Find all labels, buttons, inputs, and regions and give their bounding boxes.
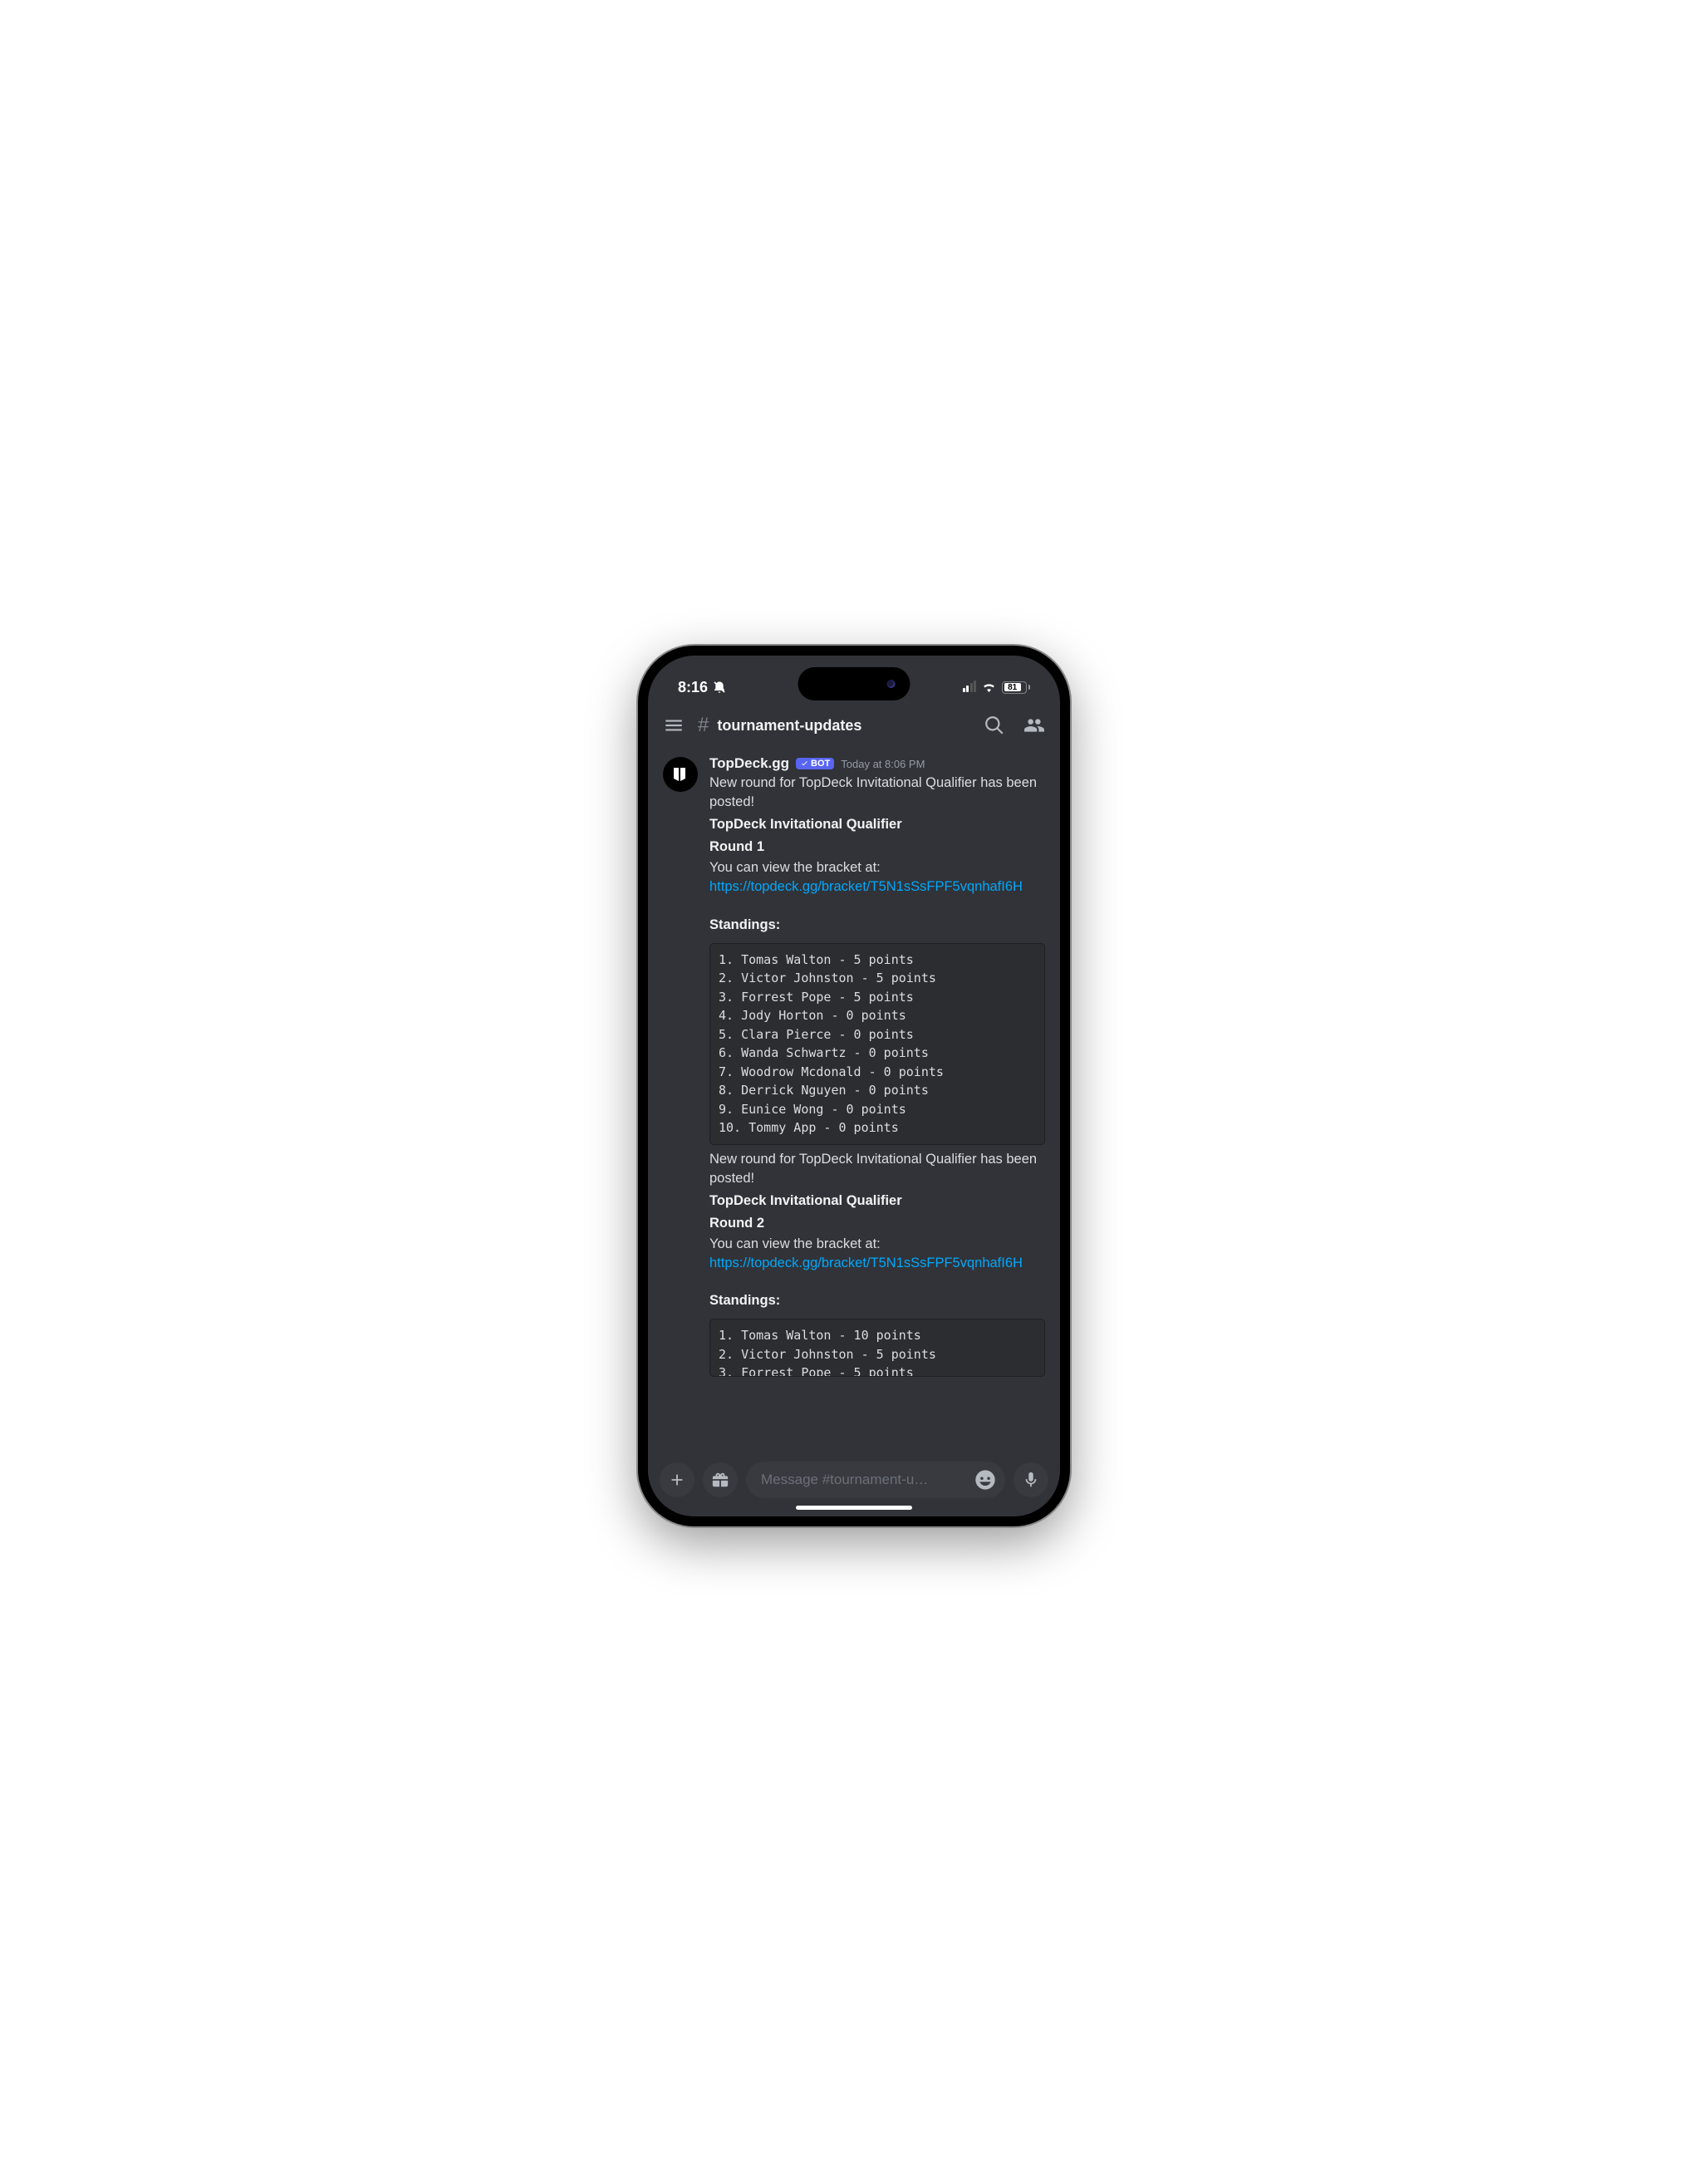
message-content: TopDeck.gg BOT Today at 8:06 PM New roun… [709,755,1045,1382]
bot-badge: BOT [796,758,834,769]
tournament-title: TopDeck Invitational Qualifier [709,815,1045,834]
message-input-placeholder: Message #tournament-u… [761,1472,967,1488]
bracket-link[interactable]: https://topdeck.gg/bracket/T5N1sSsFPF5vq… [709,879,1023,894]
bracket-prefix: You can view the bracket at: [709,1236,881,1251]
cellular-signal-icon [963,682,977,692]
status-time: 8:16 [678,679,708,696]
channel-name-text: tournament-updates [717,717,861,735]
bracket-prefix: You can view the bracket at: [709,860,881,875]
phone-frame: 8:16 81 [638,646,1070,1526]
search-icon[interactable] [984,715,1005,736]
avatar[interactable] [663,757,698,792]
messages-area[interactable]: TopDeck.gg BOT Today at 8:06 PM New roun… [648,747,1060,1453]
bracket-line: You can view the bracket at: https://top… [709,858,1045,897]
bot-badge-label: BOT [811,759,830,769]
attach-button[interactable] [660,1462,694,1497]
round-label: Round 1 [709,838,1045,857]
members-icon[interactable] [1023,715,1045,736]
voice-button[interactable] [1014,1462,1048,1497]
battery-percent: 81 [1004,683,1021,691]
channel-header: # tournament-updates [648,704,1060,747]
gift-button[interactable] [703,1462,738,1497]
standings-label: Standings: [709,916,1045,935]
wifi-icon [982,682,996,693]
round-intro: New round for TopDeck Invitational Quali… [709,1150,1045,1188]
author-line: TopDeck.gg BOT Today at 8:06 PM [709,755,1045,772]
hash-icon: # [698,714,709,737]
phone-screen: 8:16 81 [648,656,1060,1516]
round-label: Round 2 [709,1214,1045,1233]
status-left: 8:16 [678,679,726,696]
do-not-disturb-icon [713,681,726,694]
standings-label: Standings: [709,1291,1045,1310]
message-timestamp: Today at 8:06 PM [841,758,925,770]
emoji-icon[interactable] [974,1468,997,1491]
battery-indicator: 81 [1002,681,1030,694]
dynamic-island [798,667,910,700]
standings-block: 1. Tomas Walton - 10 points 2. Victor Jo… [709,1319,1045,1377]
status-right: 81 [963,681,1031,694]
round-intro: New round for TopDeck Invitational Quali… [709,774,1045,812]
author-name[interactable]: TopDeck.gg [709,755,789,772]
channel-title[interactable]: # tournament-updates [698,714,970,737]
menu-icon[interactable] [663,715,685,736]
message-input[interactable]: Message #tournament-u… [746,1462,1005,1498]
bracket-link[interactable]: https://topdeck.gg/bracket/T5N1sSsFPF5vq… [709,1256,1023,1270]
tournament-title: TopDeck Invitational Qualifier [709,1192,1045,1211]
header-actions [984,715,1045,736]
message-row: TopDeck.gg BOT Today at 8:06 PM New roun… [663,755,1045,1382]
standings-block: 1. Tomas Walton - 5 points 2. Victor Joh… [709,943,1045,1145]
bracket-line: You can view the bracket at: https://top… [709,1235,1045,1273]
home-indicator[interactable] [796,1506,912,1510]
